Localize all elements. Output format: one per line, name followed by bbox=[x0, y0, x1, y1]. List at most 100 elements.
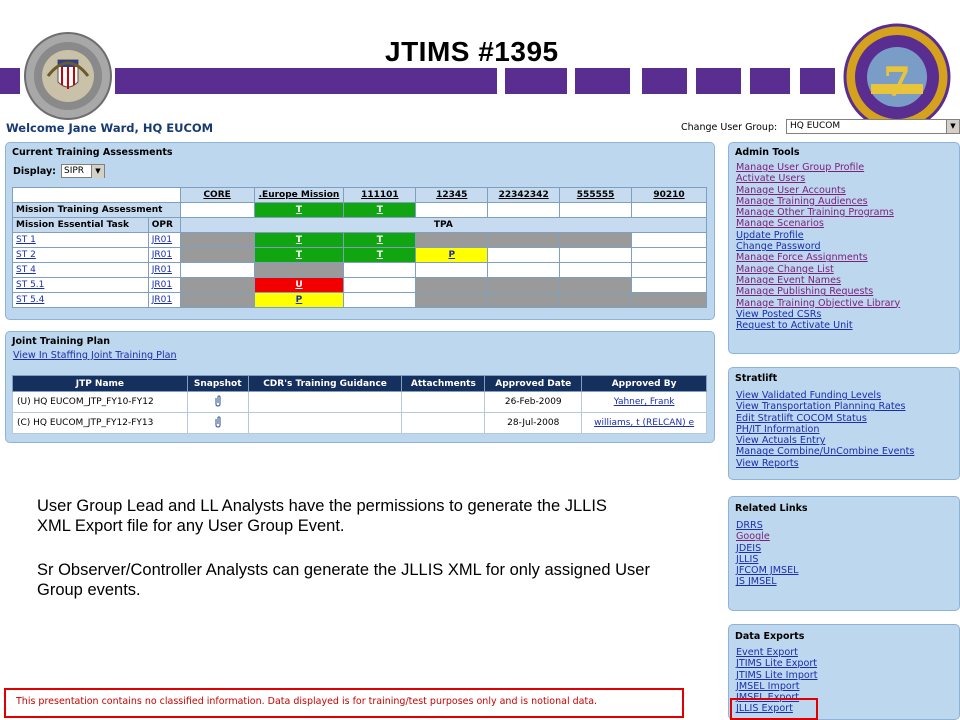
disclaimer-box: This presentation contains no classified… bbox=[4, 688, 684, 718]
jllis-export-highlight bbox=[730, 698, 818, 720]
link-admin-tools-1[interactable]: Activate Users bbox=[736, 173, 959, 184]
paperclip-icon[interactable] bbox=[186, 412, 249, 434]
task-link[interactable]: ST 4 bbox=[12, 262, 149, 278]
admin-tools-panel: Admin Tools Manage User Group Profile Act… bbox=[728, 142, 960, 354]
link-admin-tools-14[interactable]: Request to Activate Unit bbox=[736, 320, 959, 331]
panel-title: Related Links bbox=[735, 503, 808, 514]
link-related-links-5[interactable]: JS JMSEL bbox=[736, 576, 959, 587]
user-group-value: HQ EUCOM bbox=[790, 121, 841, 131]
opr-link[interactable]: JR01 bbox=[147, 277, 181, 293]
link-stratlift-1[interactable]: View Transportation Planning Rates bbox=[736, 401, 959, 412]
approved-by-link[interactable]: Yahner, Frank bbox=[581, 391, 707, 413]
col-header[interactable]: 22342342 bbox=[487, 187, 561, 203]
jtp-name: (C) HQ EUCOM_JTP_FY12-FY13 bbox=[12, 412, 188, 434]
view-staffing-jtp-link[interactable]: View In Staffing Joint Training Plan bbox=[13, 350, 714, 361]
task-link[interactable]: ST 5.4 bbox=[12, 292, 149, 308]
link-admin-tools-7[interactable]: Change Password bbox=[736, 241, 959, 252]
col-header[interactable]: 12345 bbox=[415, 187, 489, 203]
link-admin-tools-6[interactable]: Update Profile bbox=[736, 230, 959, 241]
link-related-links-0[interactable]: DRRS bbox=[736, 520, 959, 531]
opr-header: OPR bbox=[147, 217, 181, 233]
col-header[interactable]: JTP Name bbox=[12, 375, 188, 392]
user-group-select[interactable]: HQ EUCOM ▼ bbox=[786, 119, 960, 134]
link-admin-tools-12[interactable]: Manage Training Objective Library bbox=[736, 298, 959, 309]
link-admin-tools-5[interactable]: Manage Scenarios bbox=[736, 218, 959, 229]
col-header[interactable]: .Europe Mission bbox=[253, 187, 345, 203]
link-admin-tools-0[interactable]: Manage User Group Profile bbox=[736, 162, 959, 173]
link-admin-tools-10[interactable]: Manage Event Names bbox=[736, 275, 959, 286]
body-paragraph-2: Sr Observer/Controller Analysts can gene… bbox=[37, 561, 650, 599]
slide-banner: JTIMS #1395 7 bbox=[0, 0, 960, 131]
tpa-header: TPA bbox=[179, 217, 708, 233]
assessment-cell[interactable]: T bbox=[343, 247, 417, 263]
display-select[interactable]: SIPR ▼ bbox=[61, 164, 105, 178]
link-data-exports-2[interactable]: JTIMS Lite Import bbox=[736, 670, 959, 681]
admin-links: Manage User Group Profile Activate Users M… bbox=[729, 162, 959, 331]
paperclip-icon[interactable] bbox=[186, 391, 249, 413]
assessment-cell[interactable]: P bbox=[253, 292, 345, 308]
col-header[interactable]: Approved Date bbox=[484, 375, 583, 392]
panel-title: Joint Training Plan bbox=[12, 336, 111, 347]
display-value: SIPR bbox=[64, 166, 85, 176]
link-stratlift-3[interactable]: PH/IT Information bbox=[736, 424, 959, 435]
link-admin-tools-8[interactable]: Manage Force Assignments bbox=[736, 252, 959, 263]
dropdown-arrow-icon[interactable]: ▼ bbox=[946, 120, 959, 133]
link-admin-tools-11[interactable]: Manage Publishing Requests bbox=[736, 286, 959, 297]
link-stratlift-2[interactable]: Edit Stratlift COCOM Status bbox=[736, 413, 959, 424]
welcome-text: Welcome Jane Ward, HQ EUCOM bbox=[6, 121, 214, 135]
col-header[interactable]: Attachments bbox=[401, 375, 486, 392]
assessment-cell[interactable]: T bbox=[253, 232, 345, 248]
link-admin-tools-3[interactable]: Manage Training Audiences bbox=[736, 196, 959, 207]
assessment-cell[interactable]: U bbox=[253, 277, 345, 293]
link-admin-tools-2[interactable]: Manage User Accounts bbox=[736, 185, 959, 196]
task-link[interactable]: ST 1 bbox=[12, 232, 149, 248]
assessment-cell[interactable]: T bbox=[253, 247, 345, 263]
col-header[interactable]: 111101 bbox=[343, 187, 417, 203]
link-data-exports-0[interactable]: Event Export bbox=[736, 647, 959, 658]
task-link[interactable]: ST 2 bbox=[12, 247, 149, 263]
assessment-cell[interactable]: T bbox=[253, 202, 345, 218]
dropdown-arrow-icon[interactable]: ▼ bbox=[91, 165, 104, 178]
joint-staff-magnificent-7-seal-icon: 7 bbox=[843, 23, 951, 131]
link-admin-tools-13[interactable]: View Posted CSRs bbox=[736, 309, 959, 320]
col-header[interactable]: 90210 bbox=[631, 187, 707, 203]
col-header[interactable]: Approved By bbox=[581, 375, 707, 392]
opr-link[interactable]: JR01 bbox=[147, 292, 181, 308]
task-link[interactable]: ST 5.1 bbox=[12, 277, 149, 293]
opr-link[interactable]: JR01 bbox=[147, 247, 181, 263]
link-data-exports-1[interactable]: JTIMS Lite Export bbox=[736, 658, 959, 669]
stratlift-panel: Stratlift View Validated Funding Levels V… bbox=[728, 367, 960, 480]
slide-title: JTIMS #1395 bbox=[385, 36, 559, 67]
link-related-links-4[interactable]: JFCOM JMSEL bbox=[736, 565, 959, 576]
jtp-table: JTP Name Snapshot CDR's Training Guidanc… bbox=[12, 375, 707, 434]
col-header[interactable]: CORE bbox=[179, 187, 255, 203]
link-admin-tools-9[interactable]: Manage Change List bbox=[736, 264, 959, 275]
link-admin-tools-4[interactable]: Manage Other Training Programs bbox=[736, 207, 959, 218]
opr-link[interactable]: JR01 bbox=[147, 232, 181, 248]
table-row: (U) HQ EUCOM_JTP_FY10-FY12 26-Feb-2009 Y… bbox=[12, 391, 707, 413]
panel-title: Stratlift bbox=[735, 373, 778, 384]
training-assessment-table: CORE .Europe Mission 111101 12345 223423… bbox=[12, 187, 708, 308]
col-header[interactable]: Snapshot bbox=[186, 375, 249, 392]
display-label: Display: bbox=[13, 166, 56, 177]
approved-by-link[interactable]: williams, t (RELCAN) e bbox=[581, 412, 707, 434]
col-header[interactable]: 555555 bbox=[559, 187, 633, 203]
link-stratlift-6[interactable]: View Reports bbox=[736, 458, 959, 469]
panel-title: Admin Tools bbox=[735, 147, 800, 158]
joint-chiefs-seal-icon bbox=[24, 32, 112, 120]
assessment-cell[interactable]: P bbox=[415, 247, 489, 263]
change-user-group-label: Change User Group: bbox=[681, 122, 778, 133]
link-stratlift-5[interactable]: Manage Combine/UnCombine Events bbox=[736, 446, 959, 457]
link-related-links-3[interactable]: JLLIS bbox=[736, 554, 959, 565]
link-data-exports-3[interactable]: JMSEL Import bbox=[736, 681, 959, 692]
related-links: DRRS Google JDEIS JLLIS JFCOM JMSEL JS JMSEL bbox=[729, 520, 959, 588]
link-related-links-2[interactable]: JDEIS bbox=[736, 543, 959, 554]
assessment-cell[interactable]: T bbox=[343, 232, 417, 248]
link-stratlift-0[interactable]: View Validated Funding Levels bbox=[736, 390, 959, 401]
opr-link[interactable]: JR01 bbox=[147, 262, 181, 278]
link-related-links-1[interactable]: Google bbox=[736, 531, 959, 542]
jtp-name: (U) HQ EUCOM_JTP_FY10-FY12 bbox=[12, 391, 188, 413]
col-header[interactable]: CDR's Training Guidance bbox=[247, 375, 403, 392]
assessment-cell[interactable]: T bbox=[343, 202, 417, 218]
link-stratlift-4[interactable]: View Actuals Entry bbox=[736, 435, 959, 446]
